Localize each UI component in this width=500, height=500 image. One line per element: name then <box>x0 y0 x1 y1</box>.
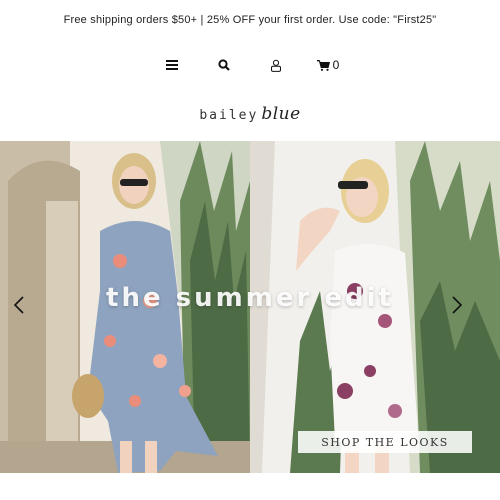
chevron-right-icon <box>452 296 462 314</box>
menu-button[interactable] <box>146 50 198 80</box>
cart-button[interactable]: 0 <box>302 50 354 80</box>
search-icon <box>218 59 230 71</box>
logo-text-part1: bailey <box>199 108 259 123</box>
logo-text-part2: blue <box>261 104 301 124</box>
search-button[interactable] <box>198 50 250 80</box>
chevron-left-icon <box>14 296 24 314</box>
account-button[interactable] <box>250 50 302 80</box>
shop-the-looks-button[interactable]: SHOP THE LOOKS <box>298 431 472 453</box>
header-icon-bar: 0 <box>0 50 500 80</box>
slideshow-prev-button[interactable] <box>14 296 44 326</box>
store-logo[interactable]: bailey blue <box>0 104 500 130</box>
announcement-text: Free shipping orders $50+ | 25% OFF your… <box>63 14 437 26</box>
cart-count: 0 <box>332 58 340 72</box>
menu-icon <box>166 60 178 70</box>
announcement-bar: Free shipping orders $50+ | 25% OFF your… <box>0 0 500 40</box>
hero-slideshow: the summer edit SHOP THE LOOKS <box>0 141 500 473</box>
cart-icon <box>316 59 330 71</box>
account-icon <box>271 59 281 72</box>
slideshow-next-button[interactable] <box>452 296 482 326</box>
hero-title: the summer edit <box>106 283 394 313</box>
